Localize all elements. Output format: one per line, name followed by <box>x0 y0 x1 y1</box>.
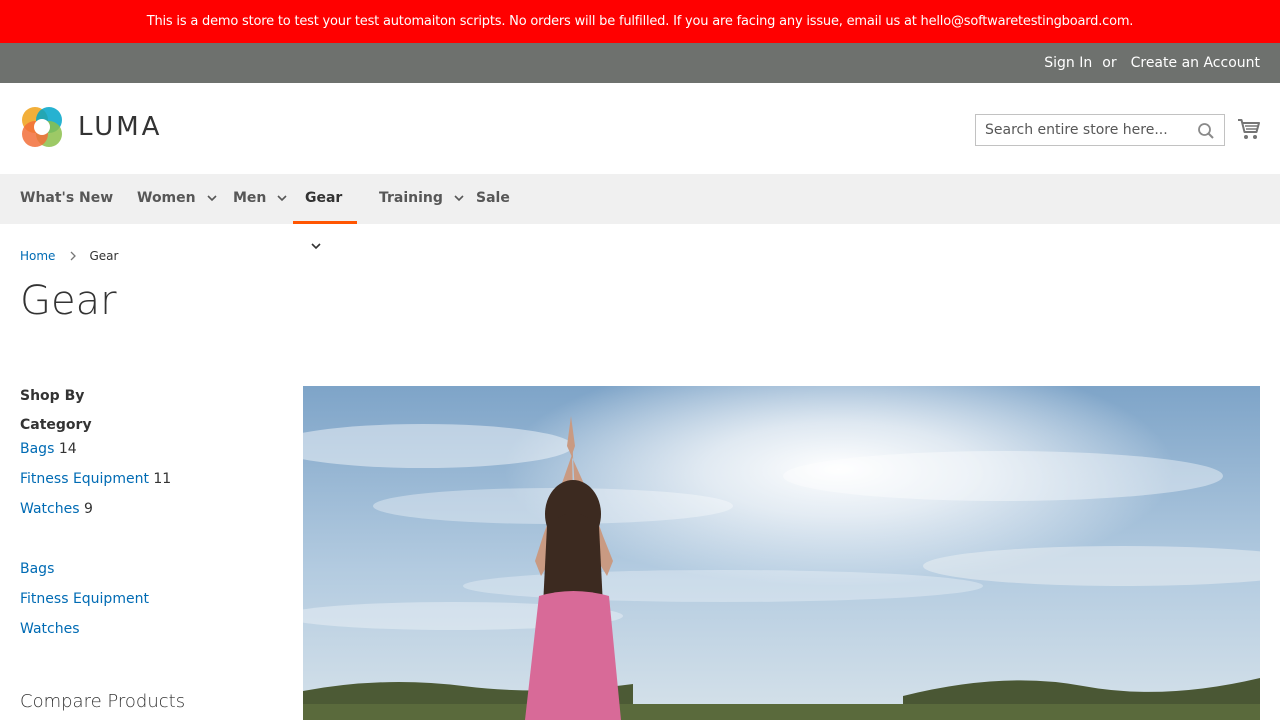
or-separator: or <box>1102 55 1117 71</box>
filter-item: Fitness Equipment 11 <box>20 465 280 495</box>
nav-item-women[interactable]: Women <box>137 174 217 224</box>
shop-by-title: Shop By <box>20 388 85 404</box>
category-hero-image <box>303 386 1260 720</box>
cart-icon[interactable] <box>1237 117 1261 141</box>
site-header: LUMA <box>0 83 1280 174</box>
category-link-fitness-equipment[interactable]: Fitness Equipment <box>20 591 149 607</box>
chevron-right-icon <box>70 251 77 261</box>
nav-item-label: Men <box>233 190 267 206</box>
nav-item-label: Training <box>379 190 443 206</box>
sign-in-link[interactable]: Sign In <box>1044 55 1092 71</box>
category-link-bags[interactable]: Bags <box>20 561 54 577</box>
list-item: Watches <box>20 615 280 645</box>
filter-count: 14 <box>58 441 77 457</box>
account-links: Sign In or Create an Account <box>1034 43 1260 83</box>
list-item: Fitness Equipment <box>20 585 280 615</box>
yoga-sky-image <box>303 386 1260 720</box>
filter-link-watches[interactable]: Watches <box>20 501 80 517</box>
nav-item-label: Gear <box>305 190 343 206</box>
list-item: Bags <box>20 555 280 585</box>
search-icon[interactable] <box>1197 122 1215 140</box>
filter-link-bags[interactable]: Bags <box>20 441 54 457</box>
category-list: Bags Fitness Equipment Watches <box>20 555 280 645</box>
nav-item-training[interactable]: Training <box>379 174 464 224</box>
nav-item-whats-new[interactable]: What's New <box>20 174 113 224</box>
filter-count: 9 <box>83 501 93 517</box>
nav-item-gear[interactable]: Gear <box>293 174 357 250</box>
top-bar: Sign In or Create an Account <box>0 43 1280 83</box>
breadcrumb: Home Gear <box>20 249 118 263</box>
filter-item: Bags 14 <box>20 435 280 465</box>
search-input[interactable] <box>976 115 1186 145</box>
demo-store-banner: This is a demo store to test your test a… <box>0 0 1280 43</box>
nav-item-sale[interactable]: Sale <box>476 174 510 224</box>
search-box <box>975 114 1225 146</box>
create-account-link[interactable]: Create an Account <box>1131 55 1260 71</box>
logo-text: LUMA <box>78 112 163 142</box>
breadcrumb-current: Gear <box>89 249 119 263</box>
nav-item-label: Women <box>137 190 196 206</box>
nav-item-label: Sale <box>476 190 510 206</box>
category-link-watches[interactable]: Watches <box>20 621 80 637</box>
nav-item-label: What's New <box>20 190 114 206</box>
sidebar: Shop By Category Bags 14 Fitness Equipme… <box>20 385 280 645</box>
category-filter-title[interactable]: Category <box>20 415 280 435</box>
category-filter-list: Bags 14 Fitness Equipment 11 Watches 9 <box>20 435 280 525</box>
filter-count: 11 <box>153 471 172 487</box>
luma-logo-icon <box>22 107 62 147</box>
filter-link-fitness-equipment[interactable]: Fitness Equipment <box>20 471 149 487</box>
chevron-down-icon <box>311 243 321 250</box>
demo-store-banner-text: This is a demo store to test your test a… <box>146 14 1134 29</box>
chevron-down-icon <box>206 195 217 202</box>
compare-products-title: Compare Products <box>20 691 186 712</box>
logo-link[interactable]: LUMA <box>20 105 162 149</box>
filter-item: Watches 9 <box>20 495 280 525</box>
chevron-down-icon <box>454 195 464 202</box>
breadcrumb-home-link[interactable]: Home <box>20 249 55 263</box>
nav-item-men[interactable]: Men <box>233 174 287 224</box>
chevron-down-icon <box>277 195 287 202</box>
page-title: Gear <box>20 278 117 324</box>
main-navigation: What's New Women Men Gear Training Sale <box>0 174 1280 250</box>
